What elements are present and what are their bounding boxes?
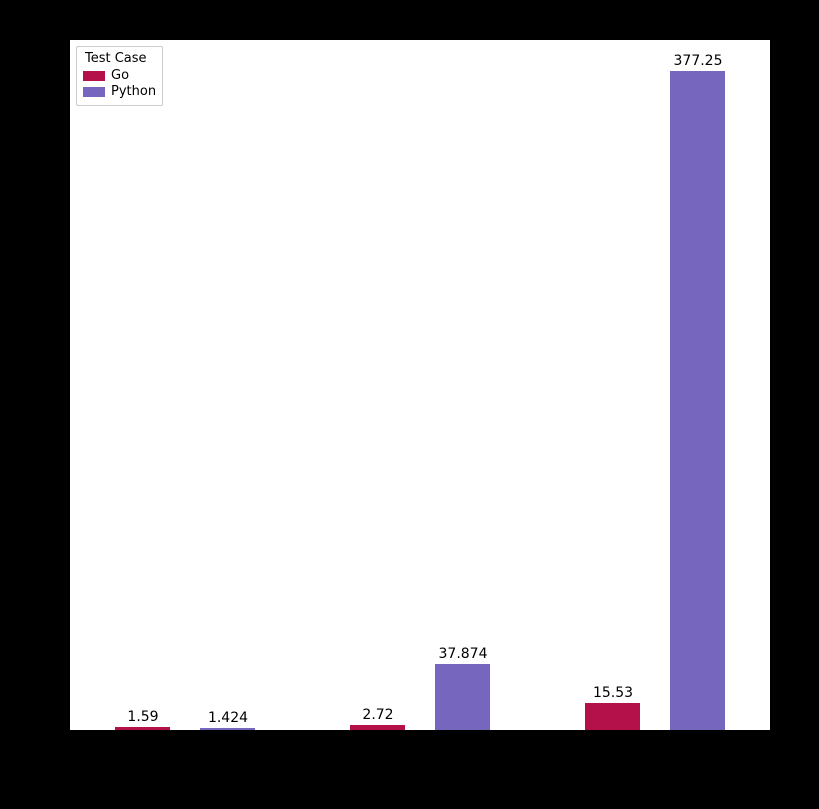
bar-go-2: [350, 725, 405, 730]
bar-go-1: [115, 727, 170, 730]
bar-label-go-3: 15.53: [593, 685, 633, 701]
legend-swatch-python: [83, 87, 105, 97]
bar-python-2: [435, 664, 490, 730]
bar-label-python-2: 37.874: [439, 646, 488, 662]
bar-label-go-1: 1.59: [127, 709, 158, 725]
legend: Test Case Go Python: [76, 46, 163, 106]
plot-area: Test Case Go Python 1.59 1.424 2.72 37.8…: [70, 40, 770, 730]
bar-go-3: [585, 703, 640, 730]
legend-title: Test Case: [85, 51, 156, 66]
legend-item-go: Go: [83, 68, 156, 84]
legend-swatch-go: [83, 71, 105, 81]
bar-python-1: [200, 728, 255, 730]
bar-label-go-2: 2.72: [362, 707, 393, 723]
bar-label-python-3: 377.25: [674, 53, 723, 69]
legend-label-go: Go: [111, 68, 129, 84]
bar-python-3: [670, 71, 725, 730]
legend-item-python: Python: [83, 84, 156, 100]
legend-label-python: Python: [111, 84, 156, 100]
bar-label-python-1: 1.424: [208, 710, 248, 726]
